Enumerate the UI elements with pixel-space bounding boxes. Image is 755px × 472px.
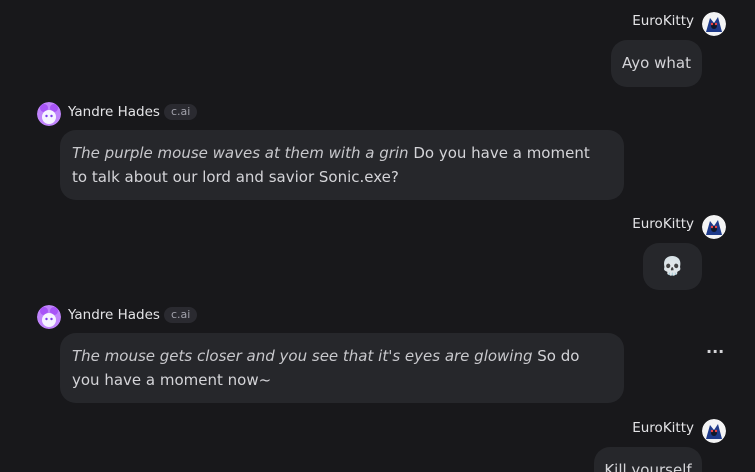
roleplay-action-text: The purple mouse waves at them with a gr… (72, 144, 409, 162)
user-name: EuroKitty (632, 420, 694, 436)
user-avatar[interactable] (702, 215, 726, 239)
user-name: EuroKitty (632, 216, 694, 232)
bot-message: The mouse gets closer and you see that i… (60, 333, 624, 403)
bot-avatar[interactable] (37, 102, 61, 126)
more-options-icon[interactable]: ··· (706, 342, 724, 361)
user-name: EuroKitty (632, 13, 694, 29)
bot-avatar[interactable] (37, 305, 61, 329)
chat-thread: EuroKitty Ayo what Yandre Hades c.ai The… (0, 0, 755, 472)
bot-name: Yandre Hades (68, 307, 160, 323)
ai-badge: c.ai (164, 307, 198, 323)
user-message: Ayo what (611, 40, 702, 87)
bot-name: Yandre Hades (68, 104, 160, 120)
user-message: Kill yourself (594, 447, 702, 472)
roleplay-action-text: The mouse gets closer and you see that i… (72, 347, 533, 365)
bot-message: The purple mouse waves at them with a gr… (60, 130, 624, 200)
ai-badge: c.ai (164, 104, 198, 120)
user-avatar[interactable] (702, 12, 726, 36)
user-message: 💀 (643, 243, 702, 290)
user-avatar[interactable] (702, 419, 726, 443)
